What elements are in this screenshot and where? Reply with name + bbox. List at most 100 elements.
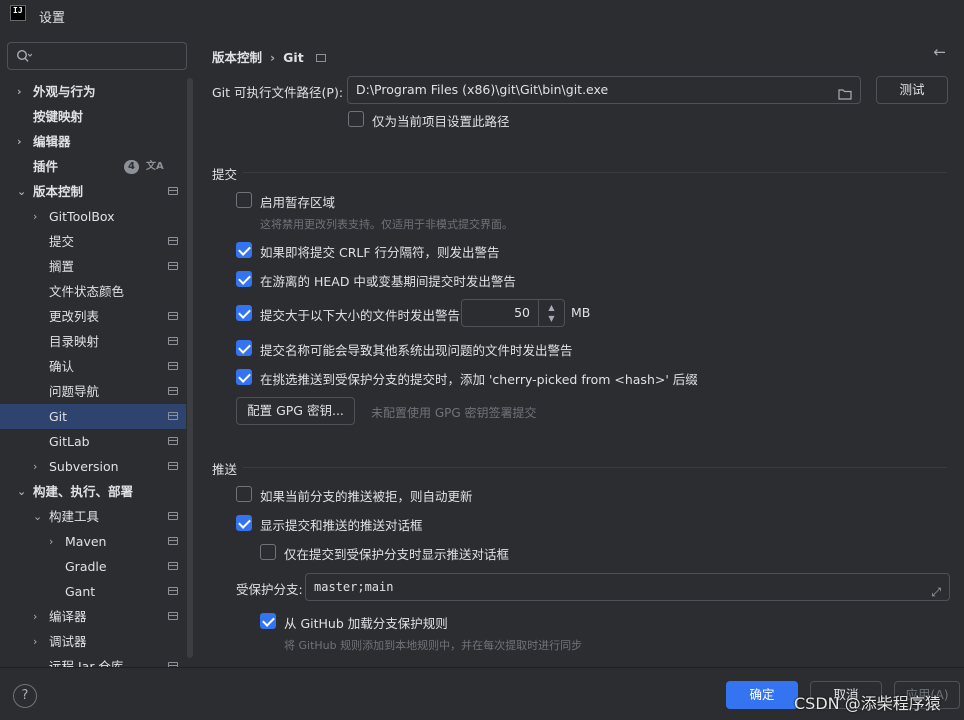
sidebar-item[interactable]: 确认 — [0, 354, 186, 379]
show-push-dialog-checkbox[interactable] — [236, 515, 252, 531]
filename-label: 提交名称可能会导致其他系统出现问题的文件时发出警告 — [260, 343, 573, 358]
github-rules-hint: 将 GitHub 规则添加到本地规则中，并在每次提取时进行同步 — [284, 639, 583, 652]
sidebar-item[interactable]: Gradle — [0, 554, 186, 579]
sidebar-item[interactable]: 问题导航 — [0, 379, 186, 404]
git-path-field[interactable]: D:\Program Files (x86)\git\Git\bin\git.e… — [347, 76, 861, 104]
sidebar-item[interactable]: 目录映射 — [0, 329, 186, 354]
project-scope-icon — [168, 337, 178, 345]
auto-update-checkbox[interactable] — [236, 486, 252, 502]
sidebar-item-label: 构建工具 — [49, 509, 100, 524]
chevron-right-icon[interactable]: › — [33, 604, 45, 629]
plugin-updates-badge: 4 — [124, 160, 139, 174]
sidebar-item[interactable]: ⌄ 构建、执行、部署 — [0, 479, 186, 504]
project-scope-icon — [168, 512, 178, 520]
expand-icon[interactable]: ⤢ — [931, 579, 941, 605]
project-scope-icon — [168, 412, 178, 420]
staging-label: 启用暂存区域 — [260, 195, 336, 210]
sidebar-item[interactable]: ⌄ 版本控制 — [0, 179, 186, 204]
file-size-unit: MB — [571, 305, 591, 320]
test-button[interactable]: 测试 — [876, 76, 948, 104]
cherry-pick-checkbox[interactable] — [236, 369, 252, 385]
git-settings-panel: 版本控制 › Git ← Git 可执行文件路径(P): D:\Program Fi… — [195, 32, 964, 667]
crlf-checkbox[interactable] — [236, 242, 252, 258]
folder-icon[interactable] — [838, 83, 852, 109]
sidebar-item[interactable]: › GitToolBox — [0, 204, 186, 229]
gpg-hint: 未配置使用 GPG 密钥签署提交 — [371, 406, 537, 420]
sidebar-item[interactable]: 提交 — [0, 229, 186, 254]
stepper-arrows-icon[interactable]: ▲ ▼ — [538, 300, 564, 326]
detached-head-checkbox[interactable] — [236, 271, 252, 287]
sidebar-item[interactable]: ⌄ 构建工具 — [0, 504, 186, 529]
sidebar-scrollbar[interactable] — [187, 78, 193, 658]
project-scope-icon — [168, 587, 178, 595]
github-rules-checkbox[interactable] — [260, 613, 276, 629]
sidebar-item[interactable]: › Maven — [0, 529, 186, 554]
project-scope-icon — [168, 387, 178, 395]
chevron-right-icon[interactable]: › — [33, 629, 45, 654]
crlf-label: 如果即将提交 CRLF 行分隔符，则发出警告 — [260, 245, 500, 260]
chevron-right-icon[interactable]: › — [33, 454, 45, 479]
project-scope-icon — [168, 237, 178, 245]
sidebar-item[interactable]: › Subversion — [0, 454, 186, 479]
sidebar-item-label: 搁置 — [49, 259, 75, 274]
intellij-logo-icon: IJ — [10, 5, 26, 21]
file-size-checkbox[interactable] — [236, 305, 252, 321]
chevron-down-icon[interactable]: ⌄ — [17, 479, 29, 504]
watermark: CSDN @添柴程序猿 — [794, 694, 941, 713]
chevron-right-icon[interactable]: › — [17, 79, 29, 104]
commit-section-divider — [243, 172, 947, 173]
protected-branches-value: master;main — [314, 580, 394, 594]
sidebar-item[interactable]: 文件状态颜色 — [0, 279, 186, 304]
detached-head-label: 在游离的 HEAD 中或变基期间提交时发出警告 — [260, 274, 516, 289]
sidebar-item-label: 更改列表 — [49, 309, 100, 324]
back-arrow-icon[interactable]: ← — [933, 43, 946, 61]
file-size-stepper[interactable]: 50 ▲ ▼ — [461, 299, 565, 327]
sidebar-item-label: GitLab — [49, 434, 90, 449]
auto-update-label: 如果当前分支的推送被拒，则自动更新 — [260, 489, 473, 504]
sidebar-item[interactable]: 插件 4 文A — [0, 154, 186, 179]
sidebar-item-label: 问题导航 — [49, 384, 100, 399]
breadcrumb-parent[interactable]: 版本控制 — [212, 50, 262, 65]
chevron-right-icon[interactable]: › — [17, 129, 29, 154]
protected-branches-input[interactable]: master;main ⤢ — [305, 573, 950, 601]
chevron-down-icon[interactable]: ⌄ — [33, 504, 45, 529]
settings-tree: › 外观与行为 按键映射 › 编辑器 插件 4 文A ⌄ 版本控制 › GitToolBox 提交 搁置文… — [0, 79, 186, 667]
sidebar-item[interactable]: › 调试器 — [0, 629, 186, 654]
sidebar-item-label: 插件 — [33, 159, 59, 174]
filename-checkbox[interactable] — [236, 340, 252, 356]
sidebar-item[interactable]: › 编译器 — [0, 604, 186, 629]
staging-checkbox[interactable] — [236, 192, 252, 208]
chevron-right-icon[interactable]: › — [33, 204, 45, 229]
search-icon — [16, 49, 33, 66]
sidebar-item[interactable]: 搁置 — [0, 254, 186, 279]
sidebar-item[interactable]: Gant — [0, 579, 186, 604]
sidebar-item[interactable]: GitLab — [0, 429, 186, 454]
settings-sidebar: › 外观与行为 按键映射 › 编辑器 插件 4 文A ⌄ 版本控制 › GitToolBox 提交 搁置文… — [0, 32, 195, 667]
sidebar-item-label: 目录映射 — [49, 334, 100, 349]
sidebar-item[interactable]: › 外观与行为 — [0, 79, 186, 104]
sidebar-item[interactable]: Git — [0, 404, 186, 429]
chevron-right-icon[interactable]: › — [49, 529, 61, 554]
sidebar-item[interactable]: 远程 Jar 仓库 — [0, 654, 186, 667]
sidebar-item[interactable]: 按键映射 — [0, 104, 186, 129]
project-only-checkbox[interactable] — [348, 111, 364, 127]
settings-search-box[interactable] — [7, 42, 187, 70]
sidebar-item[interactable]: › 编辑器 — [0, 129, 186, 154]
sidebar-item-label: 按键映射 — [33, 109, 84, 124]
configure-gpg-button[interactable]: 配置 GPG 密钥... — [236, 397, 355, 425]
sidebar-item-label: 编辑器 — [33, 134, 71, 149]
staging-hint: 这将禁用更改列表支持。仅适用于非模式提交界面。 — [260, 218, 513, 231]
git-path-value: D:\Program Files (x86)\git\Git\bin\git.e… — [356, 82, 609, 97]
project-scope-icon — [168, 312, 178, 320]
help-icon[interactable]: ? — [13, 684, 37, 708]
project-scope-icon — [168, 537, 178, 545]
chevron-down-icon[interactable]: ⌄ — [17, 179, 29, 204]
search-input[interactable] — [38, 46, 183, 66]
protected-only-checkbox[interactable] — [260, 544, 276, 560]
protected-branches-label: 受保护分支: — [236, 582, 303, 597]
sidebar-item-label: Git — [49, 409, 68, 424]
sidebar-item[interactable]: 更改列表 — [0, 304, 186, 329]
ok-button[interactable]: 确定 — [726, 681, 798, 709]
sidebar-item-label: GitToolBox — [49, 209, 115, 224]
project-scope-icon — [168, 612, 178, 620]
